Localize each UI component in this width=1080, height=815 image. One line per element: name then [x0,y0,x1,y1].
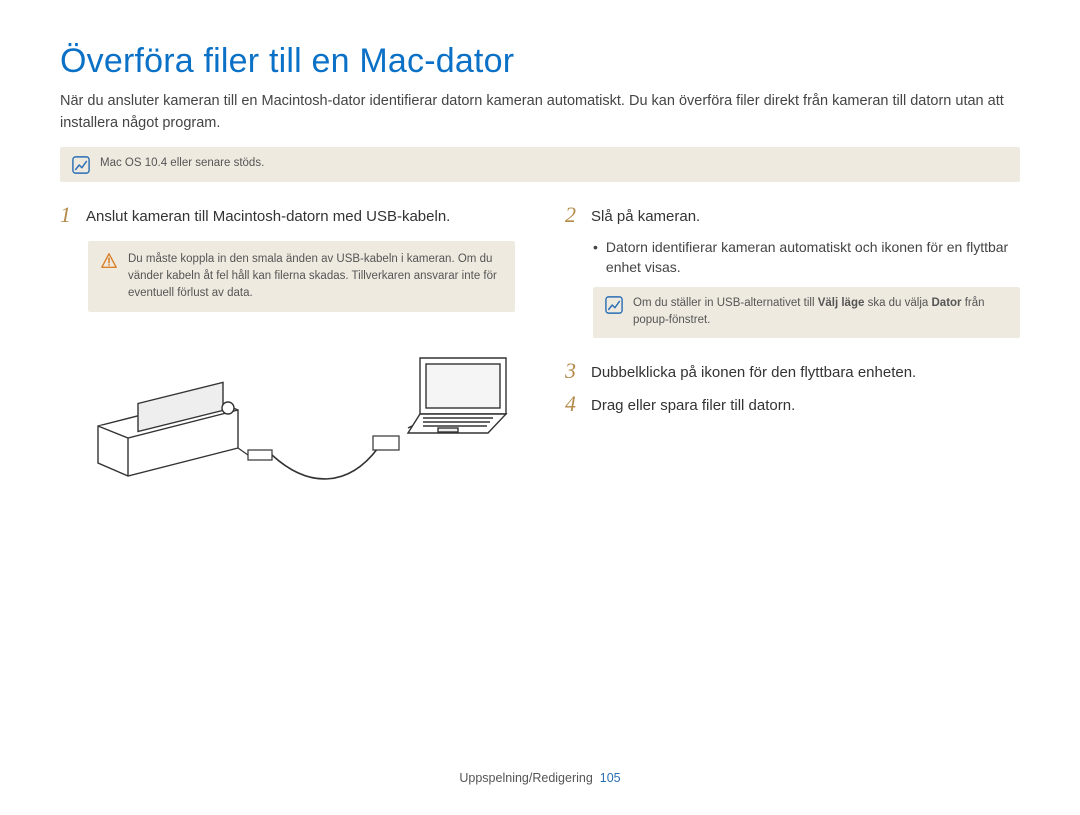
footer-page-number: 105 [600,771,621,785]
info-text-seg: Om du ställer in USB-alternativet till [633,297,818,309]
step-text: Anslut kameran till Macintosh-datorn med… [86,204,450,227]
info-text: Om du ställer in USB-alternativet till V… [633,295,1008,330]
step-1: 1 Anslut kameran till Macintosh-datorn m… [60,204,515,227]
intro-paragraph: När du ansluter kameran till en Macintos… [60,91,1020,135]
step-number: 4 [565,393,581,415]
step-2-bullet: • Datorn identifierar kameran automatisk… [593,237,1020,278]
top-note-text: Mac OS 10.4 eller senare stöds. [100,155,264,172]
note-icon [72,156,90,174]
info-text-seg: ska du välja [864,297,931,309]
page-title: Överföra filer till en Mac-dator [60,42,1020,81]
top-note-box: Mac OS 10.4 eller senare stöds. [60,147,1020,182]
step-3: 3 Dubbelklicka på ikonen för den flyttba… [565,360,1020,383]
step-4: 4 Drag eller spara filer till datorn. [565,393,1020,416]
right-column: 2 Slå på kameran. • Datorn identifierar … [565,204,1020,504]
info-text-bold: Dator [932,297,962,309]
note-icon [605,296,623,314]
step-number: 3 [565,360,581,382]
warning-icon [100,252,118,270]
bullet-dot: • [593,237,598,278]
left-column: 1 Anslut kameran till Macintosh-datorn m… [60,204,515,504]
step-number: 2 [565,204,581,226]
info-text-bold: Välj läge [818,297,865,309]
usb-connection-illustration [88,338,508,498]
step-text: Slå på kameran. [591,204,700,227]
step-text: Dubbelklicka på ikonen för den flyttbara… [591,360,916,383]
warning-box: Du måste koppla in den smala änden av US… [88,241,515,313]
columns: 1 Anslut kameran till Macintosh-datorn m… [60,204,1020,504]
bullet-text: Datorn identifierar kameran automatiskt … [606,237,1020,278]
info-box: Om du ställer in USB-alternativet till V… [593,287,1020,338]
step-2: 2 Slå på kameran. [565,204,1020,227]
page-footer: Uppspelning/Redigering 105 [0,771,1080,785]
step-number: 1 [60,204,76,226]
footer-section: Uppspelning/Redigering [459,771,592,785]
step-text: Drag eller spara filer till datorn. [591,393,795,416]
warning-text: Du måste koppla in den smala änden av US… [128,251,503,303]
